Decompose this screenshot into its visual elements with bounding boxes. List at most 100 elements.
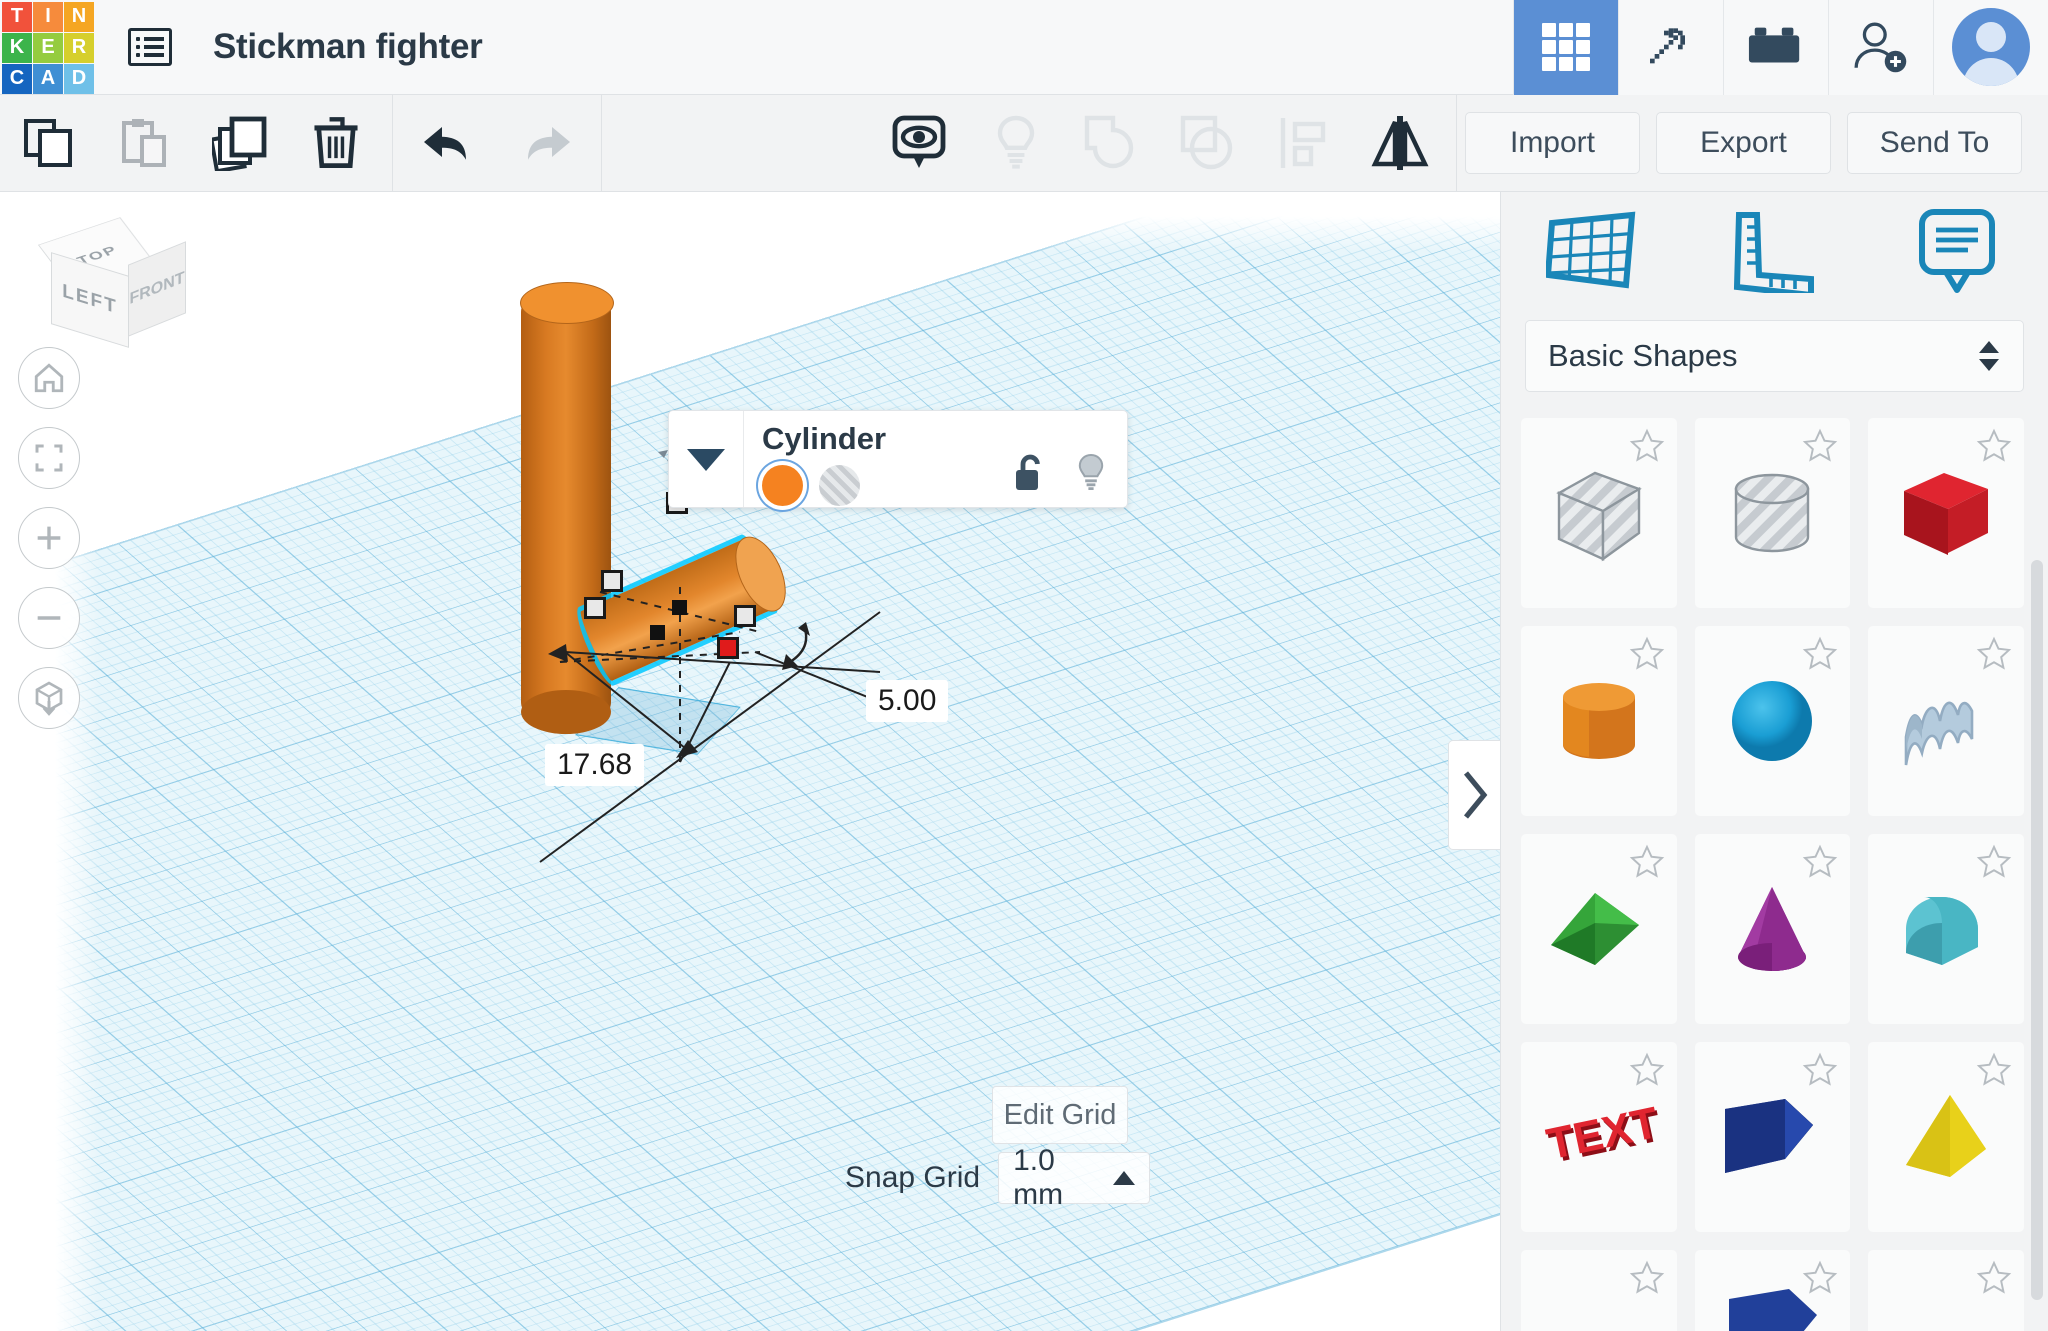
document-list-button[interactable] xyxy=(120,19,180,75)
favorite-star-icon[interactable] xyxy=(1802,636,1838,672)
favorite-star-icon[interactable] xyxy=(1976,636,2012,672)
handle-corner-b[interactable] xyxy=(584,597,606,619)
ruler-icon xyxy=(1734,212,1815,293)
toolbar-divider xyxy=(1456,94,1457,192)
chevron-right-icon xyxy=(1463,771,1487,819)
unlock-icon[interactable] xyxy=(1013,452,1047,494)
minecraft-mode-button[interactable] xyxy=(1618,0,1723,95)
redo-button[interactable] xyxy=(497,95,593,192)
favorite-star-icon[interactable] xyxy=(1976,1052,2012,1088)
blocks-mode-button[interactable] xyxy=(1513,0,1618,95)
edit-grid-button[interactable]: Edit Grid xyxy=(992,1086,1128,1144)
tinkercad-app: T I N K E R C A D Stickman fighter Impor… xyxy=(0,0,2048,1331)
handle-length[interactable] xyxy=(734,605,756,627)
align-button[interactable] xyxy=(1256,95,1352,192)
favorite-star-icon[interactable] xyxy=(1629,844,1665,880)
snap-grid-value: 1.0 mm xyxy=(1013,1144,1064,1211)
duplicate-icon xyxy=(212,116,267,171)
shape-round-roof[interactable] xyxy=(1868,834,2024,1024)
snap-grid-row: Snap Grid 1.0 mm xyxy=(845,1144,1151,1211)
favorite-star-icon[interactable] xyxy=(1629,428,1665,464)
duplicate-button[interactable] xyxy=(192,95,288,192)
user-avatar-button[interactable] xyxy=(1933,0,2048,95)
shape-cone[interactable] xyxy=(1694,834,1851,1024)
cylinder-thumb xyxy=(1562,683,1635,759)
inspector-collapse-button[interactable] xyxy=(669,411,744,507)
minecraft-pickaxe-icon xyxy=(1650,28,1685,64)
blocks-mode-icon xyxy=(1542,23,1590,71)
hole-box-thumb xyxy=(1556,471,1642,562)
top-bar: T I N K E R C A D Stickman fighter xyxy=(0,0,2048,95)
light-bulb-button[interactable] xyxy=(968,95,1064,192)
sphere-thumb xyxy=(1732,681,1813,761)
solid-swatch[interactable] xyxy=(762,465,803,506)
favorite-star-icon[interactable] xyxy=(1802,428,1838,464)
favorite-star-icon[interactable] xyxy=(1802,844,1838,880)
ruler-button[interactable] xyxy=(1683,192,1865,310)
invite-button[interactable] xyxy=(1828,0,1933,95)
hole-swatch[interactable] xyxy=(819,465,860,506)
text-thumb: TEXT TEXT xyxy=(1542,1098,1658,1173)
shapes-scrollbar[interactable] xyxy=(2031,560,2043,1300)
shape-cylinder-hole[interactable] xyxy=(1694,418,1851,608)
hole-cylinder-thumb xyxy=(1735,473,1810,553)
ungroup-button[interactable] xyxy=(1160,95,1256,192)
send-to-button[interactable]: Send To xyxy=(1847,112,2022,174)
favorite-star-icon[interactable] xyxy=(1802,1260,1838,1296)
favorite-star-icon[interactable] xyxy=(1629,1260,1665,1296)
chevron-updown-icon xyxy=(1979,341,1999,371)
shape-scribble[interactable] xyxy=(1868,626,2024,816)
shape-pyramid[interactable] xyxy=(1868,1042,2024,1232)
import-button[interactable]: Import xyxy=(1465,112,1640,174)
favorite-star-icon[interactable] xyxy=(1976,844,2012,880)
inspector-right-icons xyxy=(1013,452,1107,494)
main-toolbar: Import Export Send To xyxy=(0,94,2048,192)
copy-button[interactable] xyxy=(0,95,96,192)
export-button[interactable]: Export xyxy=(1656,112,1831,174)
delete-button[interactable] xyxy=(288,95,384,192)
logo-tile: I xyxy=(33,1,63,32)
favorite-star-icon[interactable] xyxy=(1629,636,1665,672)
dimension-overlay xyxy=(539,417,881,863)
shape-text[interactable]: TEXT TEXT xyxy=(1521,1042,1677,1232)
workplane-button[interactable] xyxy=(1501,192,1683,310)
notes-button[interactable] xyxy=(1866,192,2048,310)
shape-box[interactable] xyxy=(1868,418,2024,608)
3d-canvas[interactable]: TOP LEFT FRONT 17.68 5.00 Cylinder Edit … xyxy=(0,192,1500,1331)
inspector-body: Cylinder xyxy=(744,411,1127,507)
paste-button[interactable] xyxy=(96,95,192,192)
favorite-star-icon[interactable] xyxy=(1976,428,2012,464)
mirror-button[interactable] xyxy=(1352,95,1448,192)
copy-icon xyxy=(24,119,72,167)
paste-icon xyxy=(122,119,166,167)
shape-row5-c[interactable] xyxy=(1868,1250,2024,1331)
workplane-icon xyxy=(1546,211,1636,289)
design-title[interactable]: Stickman fighter xyxy=(213,27,483,67)
tinkercad-logo[interactable]: T I N K E R C A D xyxy=(0,0,95,95)
light-bulb-icon[interactable] xyxy=(1075,452,1107,494)
handle-corner-a[interactable] xyxy=(601,570,623,592)
cone-thumb xyxy=(1738,887,1807,971)
shape-box-hole[interactable] xyxy=(1521,418,1677,608)
roof-thumb xyxy=(1550,893,1639,965)
favorite-star-icon[interactable] xyxy=(1629,1052,1665,1088)
handle-rotate-active[interactable] xyxy=(717,637,739,659)
handle-mid-b[interactable] xyxy=(650,625,665,640)
shape-row5-b[interactable] xyxy=(1694,1250,1851,1331)
bricks-mode-button[interactable] xyxy=(1723,0,1828,95)
shape-cylinder[interactable] xyxy=(1521,626,1677,816)
panel-collapse-button[interactable] xyxy=(1448,740,1500,850)
light-bulb-icon xyxy=(997,115,1035,169)
snap-grid-select[interactable]: 1.0 mm xyxy=(998,1144,1151,1211)
shape-sphere[interactable] xyxy=(1694,626,1851,816)
show-hide-button[interactable] xyxy=(872,95,968,192)
shape-category-select[interactable]: Basic Shapes xyxy=(1525,320,2024,392)
favorite-star-icon[interactable] xyxy=(1802,1052,1838,1088)
undo-button[interactable] xyxy=(401,95,497,192)
handle-mid-a[interactable] xyxy=(672,600,687,615)
shape-roof[interactable] xyxy=(1521,834,1677,1024)
favorite-star-icon[interactable] xyxy=(1976,1260,2012,1296)
shape-polygon[interactable] xyxy=(1694,1042,1851,1232)
group-button[interactable] xyxy=(1064,95,1160,192)
shape-row5-a[interactable] xyxy=(1521,1250,1677,1331)
